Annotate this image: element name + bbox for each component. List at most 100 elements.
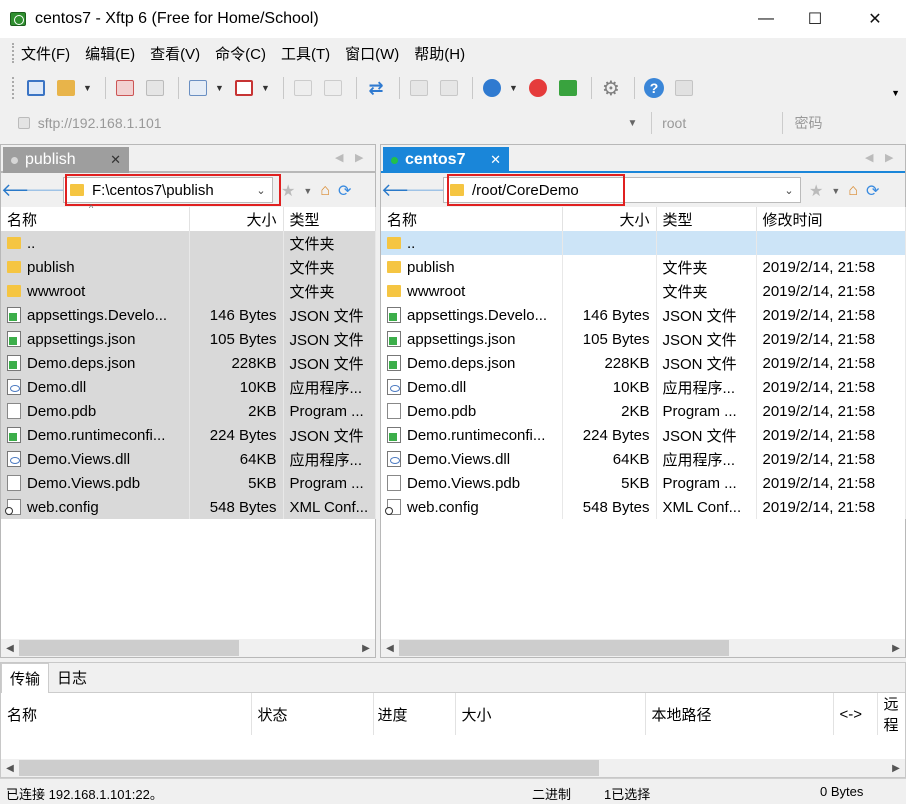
file-row[interactable]: publish 文件夹 2019/2/14, 21:58 <box>381 255 906 279</box>
col-size[interactable]: 大小 <box>455 693 646 735</box>
col-status[interactable]: 状态 <box>251 693 374 735</box>
file-row[interactable]: Demo.deps.json 228KB JSON 文件 2019/2/14, 21:… <box>381 351 906 375</box>
menu-help[interactable]: 帮助(H) <box>414 43 474 64</box>
scroll-right-icon[interactable]: ▶ <box>887 643 905 654</box>
home-icon[interactable]: ⌂ <box>320 182 330 200</box>
file-row[interactable]: Demo.pdb 2KB Program ... 2019/2/14, 21:58 <box>381 399 906 423</box>
tab-prev-icon[interactable]: ◀ <box>865 151 873 164</box>
path-dropdown-icon[interactable]: ⌄ <box>778 184 800 197</box>
refresh-icon[interactable]: ⟳ <box>338 181 351 201</box>
file-row[interactable]: web.config 548 Bytes XML Conf... 2019/2/14,… <box>381 495 906 519</box>
tab-local-publish[interactable]: publish ✕ <box>3 147 129 173</box>
file-row[interactable]: Demo.runtimeconfi... 224 Bytes JSON 文件 <box>1 423 376 447</box>
chat-icon[interactable] <box>671 75 697 101</box>
local-hscrollbar[interactable]: ◀ ▶ <box>1 639 375 657</box>
file-row[interactable]: wwwroot 文件夹 <box>1 279 376 303</box>
file-row[interactable]: appsettings.json 105 Bytes JSON 文件 2019/2/1… <box>381 327 906 351</box>
tab-close-icon[interactable]: ✕ <box>110 152 121 168</box>
properties-icon[interactable] <box>185 75 211 101</box>
col-modified[interactable]: 修改时间 <box>756 207 906 231</box>
col-progress[interactable]: 进度 <box>373 693 456 735</box>
scroll-left-icon[interactable]: ◀ <box>381 643 399 654</box>
file-row[interactable]: Demo.runtimeconfi... 224 Bytes JSON 文件 2019… <box>381 423 906 447</box>
scroll-left-icon[interactable]: ◀ <box>1 763 19 774</box>
password-input[interactable]: 密码 <box>786 113 904 133</box>
encoding-icon[interactable] <box>479 75 505 101</box>
file-row[interactable]: .. <box>381 231 906 255</box>
username-input[interactable]: root <box>656 115 777 131</box>
col-name[interactable]: 名称 ^ <box>1 203 190 231</box>
transfer-hscrollbar[interactable]: ◀ ▶ <box>1 759 905 777</box>
col-name[interactable]: 名称 <box>1 693 252 735</box>
host-dropdown-icon[interactable]: ▼ <box>618 118 647 129</box>
bookmark-star-icon[interactable]: ★ <box>809 181 823 201</box>
file-row[interactable]: Demo.Views.pdb 5KB Program ... <box>1 471 376 495</box>
file-row[interactable]: appsettings.json 105 Bytes JSON 文件 <box>1 327 376 351</box>
paste-icon[interactable] <box>436 75 462 101</box>
scroll-left-icon[interactable]: ◀ <box>1 643 19 654</box>
close-button[interactable]: ✕ <box>852 0 898 38</box>
back-arrow-icon[interactable]: 🡐 <box>1 180 49 201</box>
host-input[interactable]: sftp://192.168.1.101 <box>38 115 618 131</box>
col-size[interactable]: 大小 <box>189 207 284 231</box>
scroll-right-icon[interactable]: ▶ <box>357 643 375 654</box>
remote-path-field[interactable]: /root/CoreDemo ⌄ <box>443 177 801 203</box>
menu-window[interactable]: 窗口(W) <box>345 43 408 64</box>
scroll-thumb[interactable] <box>399 640 729 656</box>
forward-arrow-icon[interactable]: 🡒 <box>25 180 73 201</box>
help-icon[interactable]: ? <box>641 75 667 101</box>
sync-icon[interactable]: ⇄ <box>363 75 389 101</box>
file-row[interactable]: Demo.Views.dll 64KB 应用程序... <box>1 447 376 471</box>
col-remote[interactable]: 远程 <box>877 693 906 735</box>
file-row[interactable]: web.config 548 Bytes XML Conf... <box>1 495 376 519</box>
col-name[interactable]: 名称 <box>381 207 563 231</box>
tab-prev-icon[interactable]: ◀ <box>335 151 343 164</box>
refresh-icon[interactable]: ⟳ <box>866 181 879 201</box>
scroll-thumb[interactable] <box>19 640 239 656</box>
options-icon[interactable]: ⚙ <box>598 75 624 101</box>
tab-next-icon[interactable]: ▶ <box>355 151 363 164</box>
file-row[interactable]: wwwroot 文件夹 2019/2/14, 21:58 <box>381 279 906 303</box>
col-direction[interactable]: <-> <box>833 693 878 735</box>
properties-dropdown-icon[interactable]: ▼ <box>215 83 225 93</box>
xftp-icon[interactable] <box>555 75 581 101</box>
forward-arrow-icon[interactable]: 🡒 <box>405 180 453 201</box>
col-type[interactable]: 类型 <box>656 207 757 231</box>
file-row[interactable]: appsettings.Develo... 146 Bytes JSON 文件 201… <box>381 303 906 327</box>
tab-transfer[interactable]: 传输 <box>1 662 50 693</box>
reconnect-icon[interactable] <box>142 75 168 101</box>
menu-tools[interactable]: 工具(T) <box>281 43 339 64</box>
new-session-icon[interactable] <box>23 75 49 101</box>
file-row[interactable]: .. 文件夹 <box>1 231 376 255</box>
tab-log[interactable]: 日志 <box>49 663 95 693</box>
new-file-icon[interactable] <box>290 75 316 101</box>
col-local-path[interactable]: 本地路径 <box>645 693 834 735</box>
file-row[interactable]: Demo.Views.dll 64KB 应用程序... 2019/2/14, 21:5… <box>381 447 906 471</box>
back-arrow-icon[interactable]: 🡐 <box>381 180 429 201</box>
disconnect-icon[interactable] <box>112 75 138 101</box>
col-type[interactable]: 类型 <box>283 207 376 231</box>
transfer-icon[interactable] <box>231 75 257 101</box>
encoding-dropdown-icon[interactable]: ▼ <box>509 83 519 93</box>
file-row[interactable]: publish 文件夹 <box>1 255 376 279</box>
col-size[interactable]: 大小 <box>562 207 657 231</box>
file-row[interactable]: appsettings.Develo... 146 Bytes JSON 文件 <box>1 303 376 327</box>
delete-icon[interactable] <box>406 75 432 101</box>
bookmark-dropdown-icon[interactable]: ▼ <box>831 186 840 196</box>
open-dropdown-icon[interactable]: ▼ <box>83 83 93 93</box>
path-dropdown-icon[interactable]: ⌄ <box>250 184 272 197</box>
open-folder-icon[interactable] <box>53 75 79 101</box>
scroll-right-icon[interactable]: ▶ <box>887 763 905 774</box>
menu-view[interactable]: 查看(V) <box>150 43 209 64</box>
menu-command[interactable]: 命令(C) <box>215 43 275 64</box>
file-row[interactable]: Demo.dll 10KB 应用程序... 2019/2/14, 21:58 <box>381 375 906 399</box>
tab-close-icon[interactable]: ✕ <box>490 152 501 168</box>
file-row[interactable]: Demo.pdb 2KB Program ... <box>1 399 376 423</box>
tab-next-icon[interactable]: ▶ <box>885 151 893 164</box>
file-row[interactable]: Demo.deps.json 228KB JSON 文件 <box>1 351 376 375</box>
minimize-button[interactable]: — <box>743 0 789 38</box>
local-path-field[interactable]: F:\centos7\publish ⌄ <box>63 177 273 203</box>
home-icon[interactable]: ⌂ <box>848 182 858 200</box>
scroll-thumb[interactable] <box>19 760 599 776</box>
menu-edit[interactable]: 编辑(E) <box>85 43 144 64</box>
